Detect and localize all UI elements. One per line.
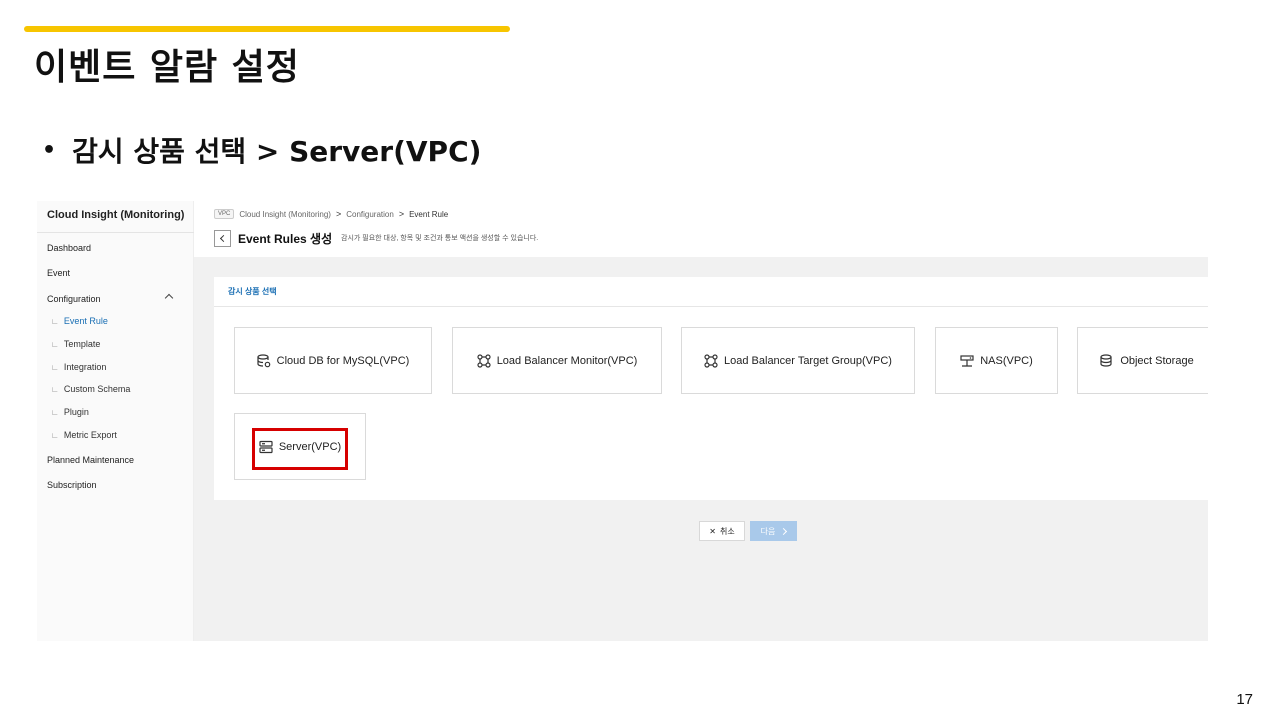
sidebar: Cloud Insight (Monitoring) Dashboard Eve… [37,201,194,641]
sidebar-subitem-label: Plugin [63,407,89,417]
product-card-load-balancer-monitor[interactable]: Load Balancer Monitor(VPC) [452,327,662,394]
sidebar-item-dashboard[interactable]: Dashboard [47,243,91,253]
close-icon: ✕ [709,526,716,536]
selection-highlight-box [252,428,348,470]
panel-title: 감시 상품 선택 [228,287,277,296]
product-card-label: NAS(VPC) [980,354,1033,367]
sidebar-subitem-integration[interactable]: ∟ Integration [51,362,106,372]
corner-marker: ∟ [51,363,59,372]
chevron-left-icon [219,234,228,243]
cancel-label: 취소 [719,526,735,536]
bullet-dot: • [42,137,57,163]
sidebar-divider [37,232,194,233]
cancel-button[interactable]: ✕ 취소 [699,521,745,541]
next-label: 다음 [760,526,776,536]
sidebar-subitem-label: Event Rule [63,316,108,326]
product-card-label: Cloud DB for MySQL(VPC) [276,354,410,367]
breadcrumb: VPC Cloud Insight (Monitoring) > Configu… [214,209,448,219]
corner-marker: ∟ [51,385,59,394]
panel-divider [214,306,1208,307]
sidebar-item-subscription[interactable]: Subscription [47,480,97,490]
product-card-label: Load Balancer Target Group(VPC) [724,354,892,367]
page-description: 감시가 필요한 대상, 항목 및 조건과 통보 액션을 생성할 수 있습니다. [341,235,539,242]
breadcrumb-separator: > [398,209,405,219]
accent-bar [24,26,510,32]
product-card-load-balancer-target-group[interactable]: Load Balancer Target Group(VPC) [681,327,915,394]
corner-marker: ∟ [51,317,59,326]
network-nodes-icon [704,353,718,368]
product-card-object-storage[interactable]: Object Storage [1077,327,1208,394]
page-header: VPC Cloud Insight (Monitoring) > Configu… [194,201,1208,257]
slide-title: 이벤트 알람 설정 [34,47,300,88]
chevron-up-icon[interactable] [164,293,174,303]
product-card-label: Load Balancer Monitor(VPC) [496,354,638,367]
back-button[interactable] [214,230,231,247]
page-number: 17 [1236,691,1253,708]
sidebar-item-event[interactable]: Event [47,268,70,278]
object-storage-icon [1100,353,1112,367]
sidebar-item-configuration[interactable]: Configuration [47,294,101,304]
sidebar-item-planned-maintenance[interactable]: Planned Maintenance [47,455,134,465]
breadcrumb-separator: > [335,209,342,219]
sidebar-subitem-label: Template [63,339,101,349]
product-card-cloud-db-mysql[interactable]: Cloud DB for MySQL(VPC) [234,327,432,394]
corner-marker: ∟ [51,408,59,417]
product-card-label: Object Storage [1120,354,1194,367]
sidebar-subitem-event-rule[interactable]: ∟ Event Rule [51,316,108,326]
sidebar-subitem-label: Custom Schema [63,384,131,394]
breadcrumb-item[interactable]: Configuration [346,210,394,219]
sidebar-subitem-plugin[interactable]: ∟ Plugin [51,407,89,417]
vpc-badge: VPC [214,209,235,219]
breadcrumb-current: Event Rule [409,209,449,219]
sidebar-subitem-metric-export[interactable]: ∟ Metric Export [51,430,117,440]
bullet-text: 감시 상품 선택 > Server(VPC) [72,135,482,168]
corner-marker: ∟ [51,340,59,349]
next-button[interactable]: 다음 [750,521,797,541]
sidebar-subitem-custom-schema[interactable]: ∟ Custom Schema [51,384,130,394]
page-title: Event Rules 생성 [238,232,333,246]
sidebar-subitem-template[interactable]: ∟ Template [51,339,100,349]
breadcrumb-item[interactable]: Cloud Insight (Monitoring) [239,210,331,219]
product-card-nas[interactable]: NAS(VPC) [935,327,1058,394]
sidebar-subitem-label: Integration [63,362,107,372]
product-selection-panel: 감시 상품 선택 Cloud DB for MySQL(VPC) Load Ba… [214,277,1208,500]
sidebar-title: Cloud Insight (Monitoring) [47,209,185,221]
network-nodes-icon [477,353,491,368]
bullet-point: • 감시 상품 선택 > Server(VPC) [42,130,481,170]
console-screenshot: Cloud Insight (Monitoring) Dashboard Eve… [37,201,1208,641]
chevron-right-icon [780,527,788,535]
database-settings-icon [257,353,270,367]
corner-marker: ∟ [51,431,59,440]
sidebar-subitem-label: Metric Export [63,430,117,440]
nas-storage-icon [960,354,974,367]
